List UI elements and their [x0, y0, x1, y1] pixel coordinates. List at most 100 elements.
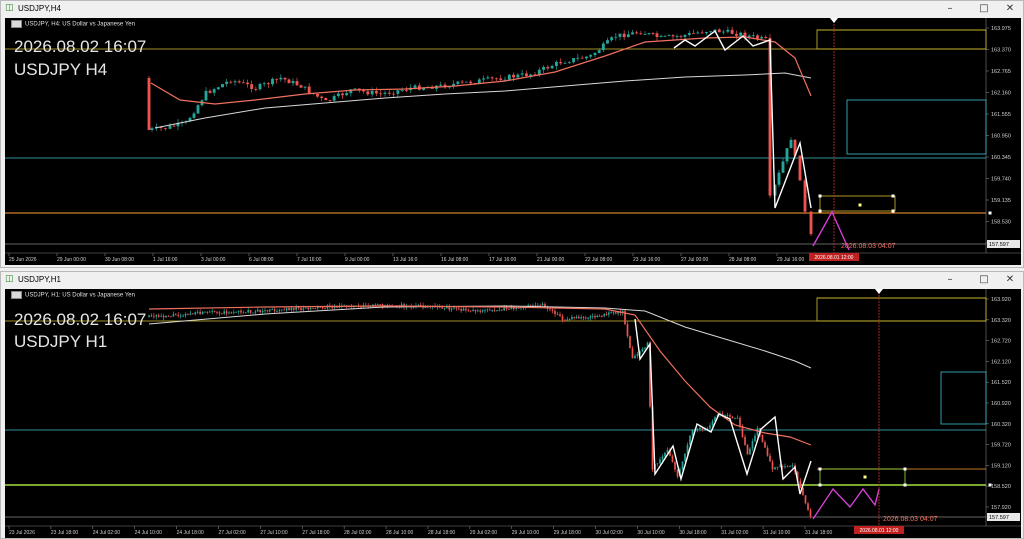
price-label: 162.720 — [991, 339, 1011, 345]
forecast-label: 2026.08.03 04:07 — [883, 516, 938, 523]
candle-body — [584, 56, 588, 59]
candle-body — [147, 78, 151, 130]
price-chart-h4[interactable]: 163.975 163.370 162.765 162.160 161.555 160.9… — [5, 18, 1021, 265]
candle-body — [556, 314, 559, 315]
candle-body — [529, 305, 532, 306]
candle-body — [366, 91, 370, 95]
minimize-button[interactable]: – — [939, 2, 961, 16]
ma-fast-line — [150, 36, 812, 105]
overlay-date: 2026.08.02 16:07 — [14, 310, 147, 329]
candle-body — [443, 307, 446, 309]
candle-body — [736, 417, 739, 419]
price-label: 163.920 — [991, 297, 1011, 303]
candle-body — [573, 317, 576, 318]
candle-body — [387, 92, 391, 94]
candle-body — [165, 315, 167, 318]
time-label: 23 Jul 16:00 — [633, 257, 660, 263]
candle-body — [679, 36, 683, 38]
candle-body — [258, 83, 262, 90]
candle-body — [472, 309, 474, 312]
candle-body — [264, 310, 266, 312]
time-label: 1 Jul 16:00 — [153, 257, 178, 263]
candle-body — [324, 308, 326, 310]
time-label: 7 Jul 16:00 — [297, 257, 322, 263]
candle-body — [601, 43, 605, 51]
window-title: USDJPY,H4 — [18, 4, 61, 13]
time-label: 28 Jul 10:00 — [386, 530, 413, 536]
price-label: 159.720 — [991, 443, 1011, 449]
candle-body — [295, 81, 299, 86]
candle-body — [631, 348, 634, 359]
candle-body — [692, 33, 696, 34]
chart-window-h1[interactable]: ◫ USDJPY,H1 – □ ✕ 163.920 163.320 162.720 1… — [0, 271, 1024, 539]
candle-body — [324, 97, 328, 101]
maximize-button[interactable]: □ — [973, 273, 995, 287]
zone-box — [846, 99, 987, 155]
candle-body — [779, 466, 781, 468]
candle-body — [571, 317, 573, 319]
candle-body — [777, 172, 781, 185]
candle-body — [568, 318, 571, 320]
candle-body — [791, 465, 794, 466]
close-button[interactable]: ✕ — [999, 273, 1021, 287]
candle-body — [671, 455, 674, 463]
candle-body — [370, 90, 374, 95]
zigzag-line — [673, 29, 812, 209]
window-titlebar[interactable]: ◫ USDJPY,H1 – □ ✕ — [1, 272, 1023, 288]
candle-body — [674, 462, 676, 470]
candle-body — [505, 307, 508, 309]
candle-body — [647, 33, 651, 35]
zone-box — [819, 195, 896, 212]
candle-body — [481, 310, 484, 312]
candle-body — [268, 309, 271, 312]
maximize-button[interactable]: □ — [973, 2, 995, 16]
candle-body — [213, 311, 216, 312]
chart-canvas[interactable]: 163.975 163.370 162.765 162.160 161.555 160.9… — [5, 18, 1021, 265]
candle-body — [353, 88, 357, 90]
candle-body — [225, 311, 228, 314]
candle-body — [170, 316, 172, 317]
candle-body — [655, 33, 659, 37]
candle-body — [225, 81, 229, 85]
ma-slow-line — [148, 305, 812, 369]
level-dot — [988, 211, 992, 215]
price-label: 159.740 — [991, 177, 1011, 183]
candle-body — [809, 509, 812, 517]
time-label: 30 Jul 02:00 — [596, 530, 623, 536]
price-label: 160.920 — [991, 401, 1011, 407]
candle-body — [240, 310, 242, 313]
candle-body — [532, 305, 534, 306]
candle-body — [379, 304, 382, 306]
close-button[interactable]: ✕ — [999, 2, 1021, 16]
candle-body — [734, 418, 736, 420]
price-label: 160.320 — [991, 422, 1011, 428]
minimize-button[interactable]: – — [939, 273, 961, 287]
time-label: 23 Jul 18:00 — [51, 530, 78, 536]
candle-body — [709, 425, 711, 429]
time-label: 29 Jun 00:00 — [57, 257, 86, 263]
candle-body — [601, 316, 603, 317]
candle-body — [220, 313, 223, 315]
time-marker-label: 2026.08.01 12:00 — [815, 255, 854, 261]
candle-body — [223, 311, 226, 314]
candle-body — [271, 78, 274, 85]
candle-body — [629, 336, 631, 349]
candle-body — [290, 308, 293, 310]
candle-body — [515, 307, 518, 309]
candle-body — [597, 50, 601, 54]
time-label: 22 Jul 08:00 — [585, 257, 612, 263]
chart-canvas[interactable]: 163.920 163.320 162.720 162.120 161.520 160.9… — [5, 289, 1021, 538]
candle-body — [396, 90, 400, 94]
window-titlebar[interactable]: ◫ USDJPY,H4 – □ ✕ — [1, 1, 1023, 17]
candle-body — [651, 33, 655, 34]
candle-body — [484, 310, 486, 311]
candle-body — [746, 444, 749, 455]
candle-body — [500, 309, 503, 311]
time-label: 21 Jul 00:00 — [537, 257, 564, 263]
candle-body — [559, 61, 563, 64]
price-chart-h1[interactable]: 163.920 163.320 162.720 162.120 161.520 160.9… — [5, 289, 1021, 538]
chart-window-h4[interactable]: ◫ USDJPY,H4 – □ ✕ 163.975 163.370 162.765 1… — [0, 0, 1024, 268]
candle-body — [196, 105, 200, 114]
time-label: 13 Jul 16:0 — [393, 257, 418, 263]
level-dot — [988, 483, 992, 487]
